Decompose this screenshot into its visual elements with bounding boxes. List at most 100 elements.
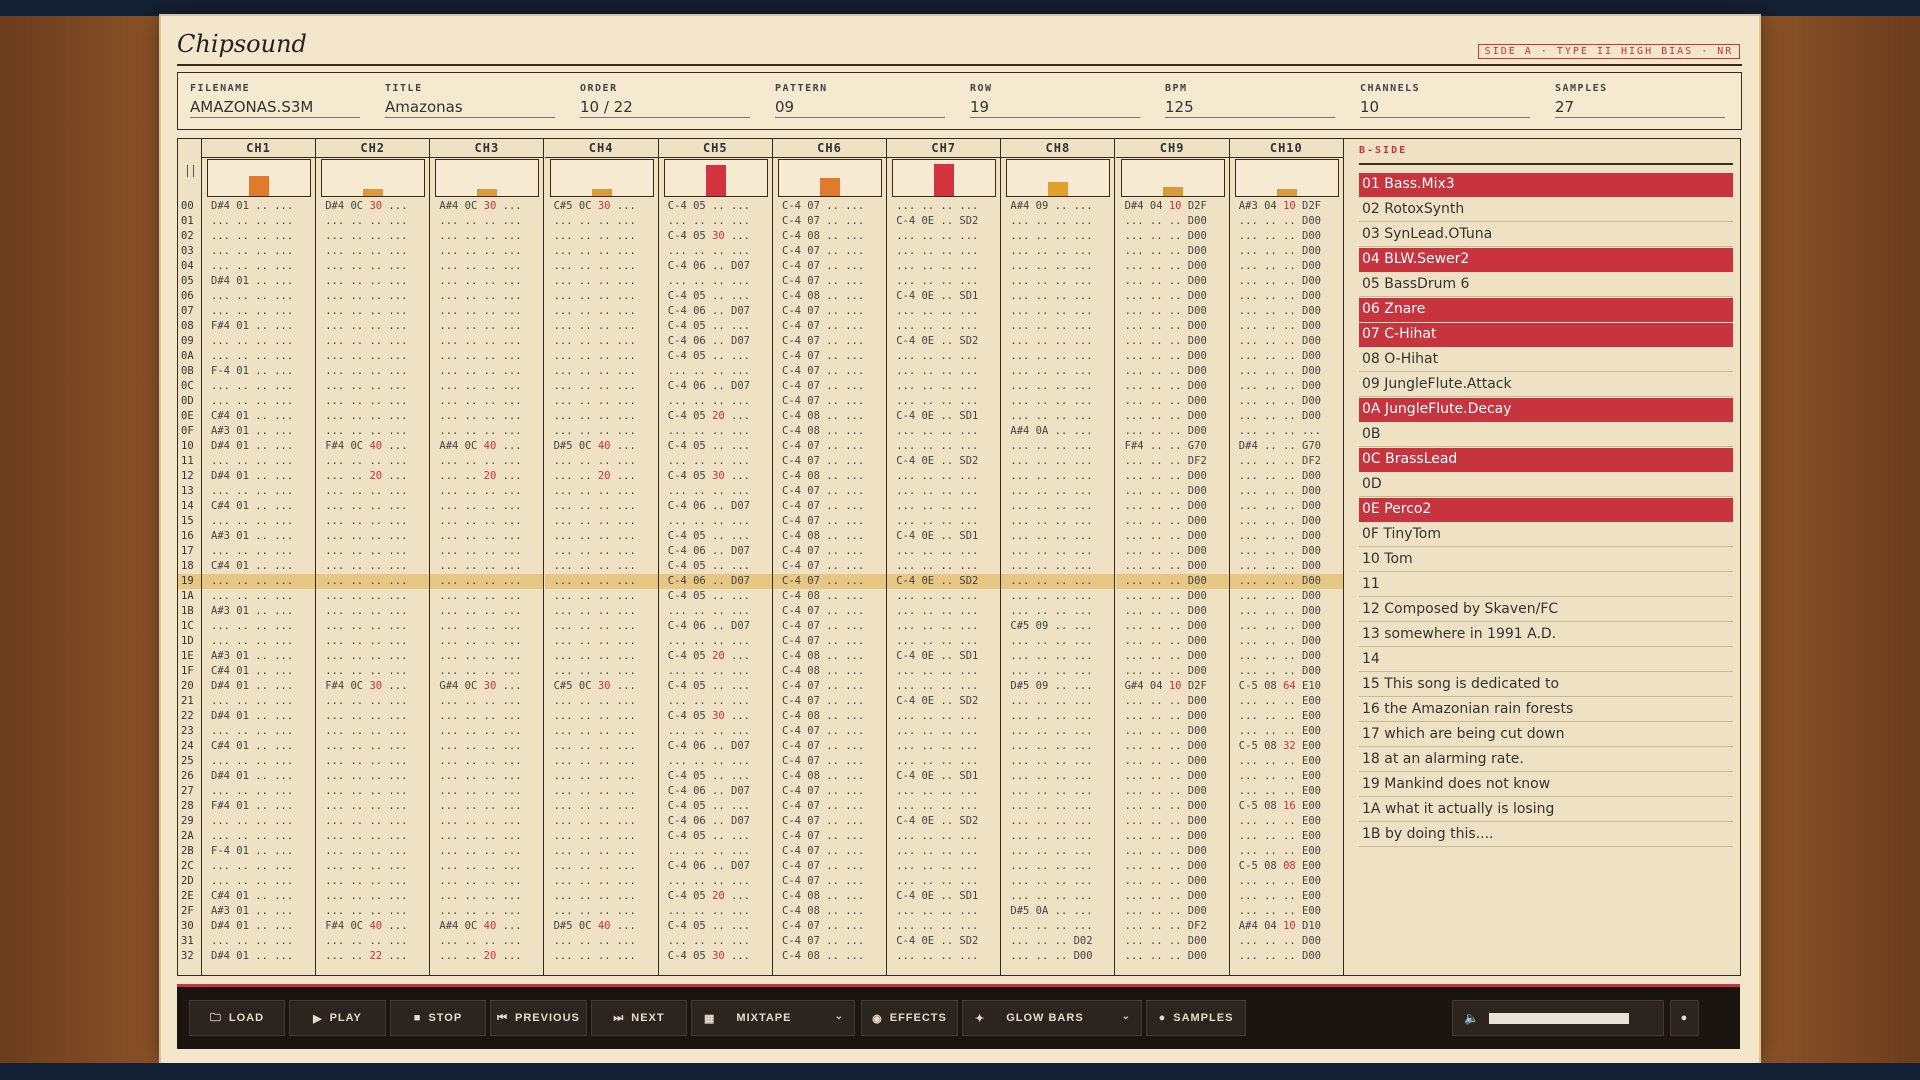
pattern-cell[interactable]: ... .. .. ... [659,454,772,469]
pattern-cell[interactable]: ... .. .. ... [545,424,658,439]
pattern-cell[interactable]: ... .. .. ... [545,859,658,874]
pattern-cell[interactable]: ... .. .. ... [659,934,772,949]
pattern-cell[interactable]: ... .. .. D00 [1116,559,1229,574]
pattern-cell[interactable]: C-4 05 .. ... [659,769,772,784]
pattern-cell[interactable]: ... .. .. ... [887,259,1000,274]
pattern-cell[interactable]: ... .. .. ... [316,364,429,379]
pattern-cell[interactable]: ... .. .. ... [887,604,1000,619]
pattern-cell[interactable]: ... .. .. ... [1001,274,1114,289]
pattern-cell[interactable]: F#4 0C 30 ... [316,679,429,694]
pattern-cell[interactable]: C-4 07 .. ... [773,739,886,754]
pattern-cell[interactable]: ... .. .. ... [430,754,543,769]
pattern-cell[interactable]: ... .. .. ... [1001,484,1114,499]
pattern-cell[interactable]: C-4 07 .. ... [773,679,886,694]
pattern-cell[interactable]: ... .. .. D00 [1116,889,1229,904]
pattern-cell[interactable]: ... .. .. ... [316,694,429,709]
pattern-cell[interactable]: ... .. .. ... [430,739,543,754]
pattern-cell[interactable]: C-4 0E .. SD2 [887,454,1000,469]
pattern-cell[interactable]: ... .. .. ... [316,889,429,904]
pattern-cell[interactable]: A#3 01 .. ... [202,529,315,544]
pattern-cell[interactable]: ... .. .. ... [430,724,543,739]
pattern-cell[interactable]: C-4 07 .. ... [773,514,886,529]
pattern-cell[interactable]: ... .. .. ... [202,484,315,499]
pattern-cell[interactable]: ... .. .. ... [887,559,1000,574]
pattern-cell[interactable]: ... .. .. ... [202,754,315,769]
pattern-cell[interactable]: C-4 07 .. ... [773,214,886,229]
pattern-cell[interactable]: ... .. .. ... [659,214,772,229]
pattern-cell[interactable]: ... .. .. ... [316,664,429,679]
pattern-cell[interactable]: ... .. .. D00 [1001,949,1114,964]
sample-item[interactable]: 1A what it actually is losing [1359,798,1733,822]
pattern-cell[interactable]: ... .. .. D00 [1116,649,1229,664]
pattern-cell[interactable]: ... .. .. ... [202,574,315,589]
glow-bars-select[interactable]: ✦ GLOW BARS ⌄ [962,1000,1142,1036]
pattern-cell[interactable]: C-4 07 .. ... [773,799,886,814]
pattern-cell[interactable]: C-4 05 .. ... [659,529,772,544]
pattern-cell[interactable]: ... .. .. ... [1001,394,1114,409]
pattern-cell[interactable]: C-4 07 .. ... [773,334,886,349]
pattern-cell[interactable]: ... .. .. ... [1001,634,1114,649]
pattern-cell[interactable]: ... .. .. ... [430,319,543,334]
sample-item[interactable]: 11 [1359,573,1733,597]
sample-item[interactable]: 15 This song is dedicated to [1359,673,1733,697]
pattern-cell[interactable]: C-4 07 .. ... [773,844,886,859]
pattern-cell[interactable]: ... .. .. D00 [1116,754,1229,769]
pattern-cell[interactable]: ... .. .. D00 [1116,859,1229,874]
pattern-cell[interactable]: ... .. .. ... [316,874,429,889]
pattern-cell[interactable]: ... .. .. ... [887,829,1000,844]
pattern-cell[interactable]: ... .. .. ... [887,739,1000,754]
pattern-cell[interactable]: ... .. .. ... [659,664,772,679]
load-button[interactable]: 🗀 LOAD [189,1000,285,1036]
pattern-cell[interactable]: ... .. .. ... [545,334,658,349]
stop-button[interactable]: ■ STOP [390,1000,486,1036]
pattern-cell[interactable]: ... .. .. ... [202,619,315,634]
pattern-cell[interactable]: ... .. .. E00 [1230,784,1343,799]
pattern-cell[interactable]: C-4 0E .. SD2 [887,934,1000,949]
pattern-cell[interactable]: ... .. .. ... [1001,334,1114,349]
pattern-cell[interactable]: ... .. .. ... [545,394,658,409]
pattern-cell[interactable]: ... .. .. ... [316,589,429,604]
pattern-cell[interactable]: C#5 0C 30 ... [545,679,658,694]
pattern-cell[interactable]: ... .. .. ... [1001,709,1114,724]
pattern-cell[interactable]: ... .. .. ... [316,799,429,814]
channel-column[interactable]: CH6 C-4 07 .. ... C-4 07 .. ... C-4 08 .. .… [773,139,887,975]
samples-button[interactable]: ● SAMPLES [1146,1000,1246,1036]
pattern-cell[interactable]: C-4 07 .. ... [773,379,886,394]
pattern-cell[interactable]: C-4 05 30 ... [659,949,772,964]
pattern-cell[interactable]: ... .. .. ... [545,814,658,829]
pattern-cell[interactable]: ... .. .. ... [316,784,429,799]
pattern-cell[interactable]: ... .. .. ... [1001,874,1114,889]
pattern-cell[interactable]: ... .. .. D00 [1230,469,1343,484]
pattern-cell[interactable]: ... .. .. ... [1001,499,1114,514]
channel-column[interactable]: CH5 C-4 05 .. ...... .. .. ... C-4 05 30 .… [658,139,773,975]
pattern-cell[interactable]: ... .. .. ... [1001,559,1114,574]
pattern-cell[interactable]: ... .. .. ... [316,529,429,544]
sample-item[interactable]: 03 SynLead.OTuna [1359,223,1733,247]
pattern-cell[interactable]: ... .. .. DF2 [1230,454,1343,469]
pattern-cell[interactable]: ... .. .. ... [430,649,543,664]
pattern-cell[interactable]: ... .. .. D00 [1116,874,1229,889]
pattern-cell[interactable]: ... .. .. D02 [1001,934,1114,949]
pattern-cell[interactable]: ... .. .. ... [202,259,315,274]
pattern-cell[interactable]: C-4 07 .. ... [773,829,886,844]
pattern-cell[interactable]: C-4 08 .. ... [773,424,886,439]
pattern-cell[interactable]: ... .. .. D00 [1116,349,1229,364]
pattern-cell[interactable]: C-4 07 .. ... [773,394,886,409]
pattern-cell[interactable]: ... .. .. ... [430,484,543,499]
pattern-cell[interactable]: ... .. .. ... [1001,814,1114,829]
channel-column[interactable]: CH1 D#4 01 .. ...... .. .. ...... .. .. .… [202,139,316,975]
pattern-cell[interactable]: C-4 0E .. SD1 [887,529,1000,544]
pattern-cell[interactable]: ... .. .. ... [1001,784,1114,799]
pattern-cell[interactable]: ... .. .. ... [545,454,658,469]
pattern-cell[interactable]: ... .. .. ... [316,709,429,724]
pattern-cell[interactable]: ... .. .. D00 [1116,274,1229,289]
pattern-cell[interactable]: ... .. .. ... [887,439,1000,454]
pattern-cell[interactable]: C-4 05 30 ... [659,709,772,724]
pattern-cell[interactable]: ... .. .. D00 [1116,229,1229,244]
pattern-cell[interactable]: ... .. .. ... [1001,604,1114,619]
pattern-cell[interactable]: ... .. .. ... [1001,739,1114,754]
pattern-cell[interactable]: ... .. .. ... [887,904,1000,919]
pattern-cell[interactable]: ... .. .. ... [316,394,429,409]
pattern-cell[interactable]: ... .. .. ... [430,829,543,844]
pattern-cell[interactable]: ... .. .. ... [316,754,429,769]
